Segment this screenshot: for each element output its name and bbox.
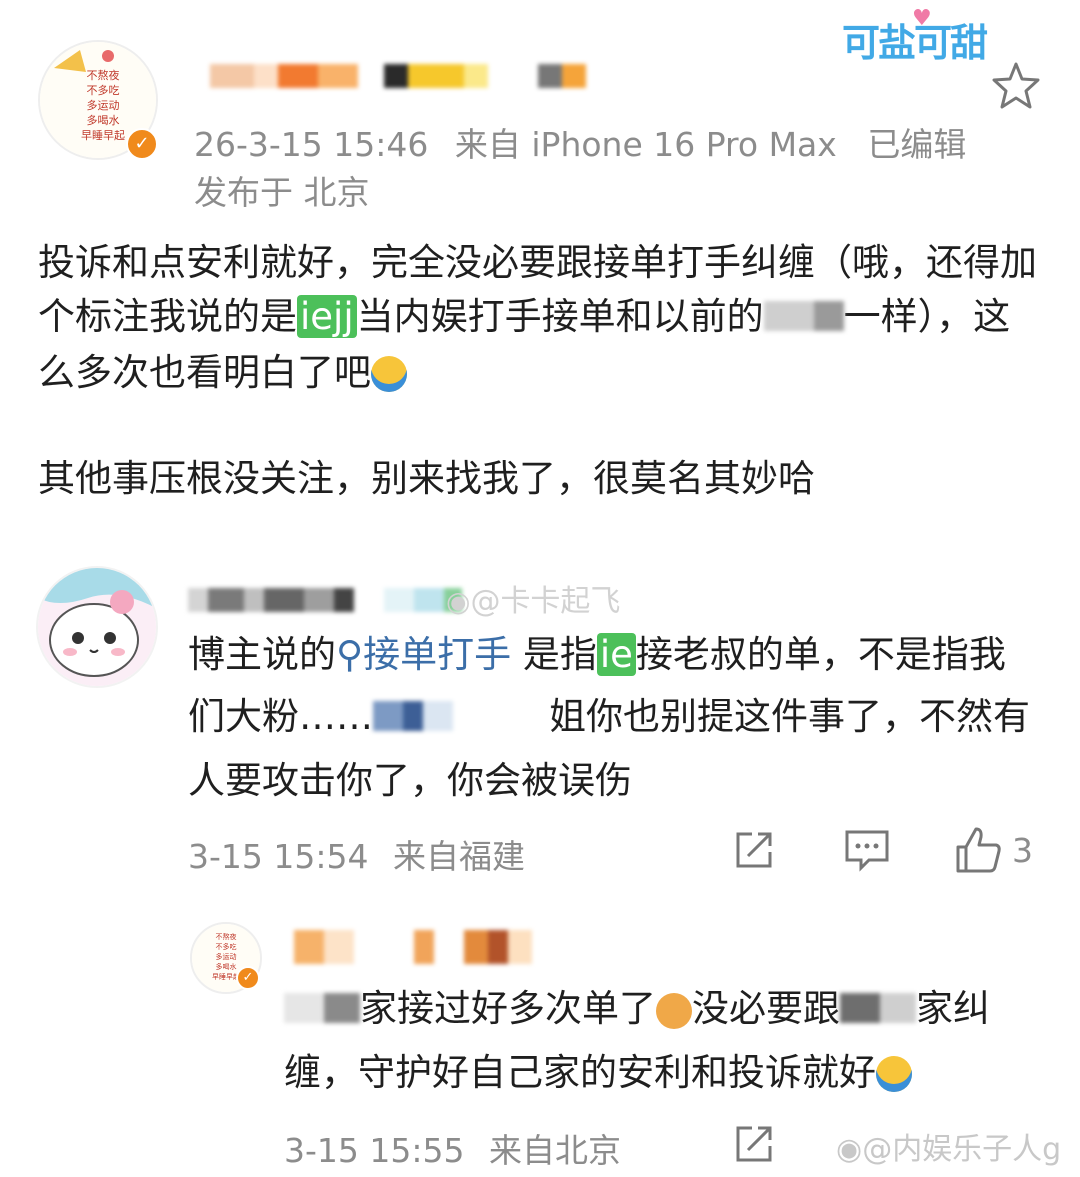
tag-label: ie: [596, 633, 636, 676]
share-button[interactable]: [730, 1120, 778, 1168]
reply-source: 来自北京: [489, 1131, 621, 1170]
emoji-icon: [876, 1056, 912, 1092]
post-edited: 已编辑: [867, 125, 967, 164]
weibo-logo-icon: ◉: [836, 1132, 863, 1167]
emoji-icon: [371, 356, 407, 392]
post-time: 26-3-15 15:46: [194, 125, 429, 164]
like-button[interactable]: 3: [954, 824, 1050, 876]
comment-avatar[interactable]: [36, 566, 158, 688]
post-paragraph-2: 其他事压根没关注，别来找我了，很莫名其妙哈: [38, 457, 815, 500]
comment-meta: 3-15 15:54 来自福建: [188, 830, 525, 878]
comment-time: 3-15 15:54: [188, 837, 369, 876]
like-count: 3: [1012, 830, 1033, 870]
comment-content: 博主说的⚲接单打手 是指ie接老叔的单，不是指我们大粉…… 姐你也别提这件事了，不…: [188, 624, 1042, 812]
heart-icon: ♥: [912, 6, 932, 31]
post-meta: 26-3-15 15:46 来自 iPhone 16 Pro Max 已编辑: [194, 118, 966, 166]
reply-meta: 3-15 15:55 来自北京: [284, 1124, 621, 1172]
search-icon: ⚲: [336, 633, 364, 676]
verified-icon: ✓: [236, 966, 260, 990]
share-icon: [736, 1126, 772, 1162]
reply-time: 3-15 15:55: [284, 1131, 465, 1170]
watermark: ◉@内娱乐子人g: [836, 1132, 1062, 1167]
reply-text-part: 没必要跟: [692, 987, 840, 1030]
comment-text-part: 博主说的: [188, 633, 336, 676]
dog-emoji-icon: [656, 992, 692, 1029]
tag-label: iejj: [297, 295, 357, 338]
comment-icon: [845, 830, 889, 872]
comment-button[interactable]: [842, 826, 892, 874]
like-icon: [956, 827, 1001, 873]
share-button[interactable]: [730, 826, 778, 874]
censored-mosaic: [763, 292, 844, 346]
comment-text-part: 是指: [522, 633, 597, 676]
bunny-avatar-image: [38, 568, 156, 686]
star-icon[interactable]: [990, 60, 1042, 112]
censored-mosaic: [373, 688, 549, 750]
share-icon: [736, 832, 772, 868]
post-text-part: 当内娱打手接单和以前的: [356, 295, 764, 338]
post-location: 发布于 北京: [194, 173, 370, 212]
weibo-logo-icon: ◉: [446, 585, 471, 618]
reply-text-part: 家接过好多次单了: [360, 987, 656, 1030]
post-source: 来自 iPhone 16 Pro Max: [454, 125, 837, 164]
reply-username-blurred[interactable]: [294, 930, 532, 968]
topic-link[interactable]: ⚲接单打手: [336, 633, 511, 676]
username-mosaic: [188, 588, 463, 616]
username-blurred[interactable]: [210, 64, 587, 92]
watermark: ◉@卡卡起飞: [446, 584, 621, 619]
username-mosaic: [294, 930, 532, 968]
vip-badge: 可盐可甜 ♥: [842, 6, 988, 65]
reply-content: 家接过好多次单了 没必要跟 家纠缠，守护好自己家的安利和投诉就好: [284, 978, 1044, 1104]
verified-icon: ✓: [126, 128, 158, 160]
censored-mosaic: [840, 980, 916, 1042]
post-content: 投诉和点安利就好，完全没必要跟接单打手纠缠（哦，还得加个标注我说的是iejj当内…: [38, 236, 1042, 400]
username-mosaic: [210, 64, 587, 92]
comment-source: 来自福建: [393, 837, 525, 876]
censored-mosaic: [284, 980, 360, 1042]
comment-username-blurred[interactable]: [188, 588, 463, 616]
